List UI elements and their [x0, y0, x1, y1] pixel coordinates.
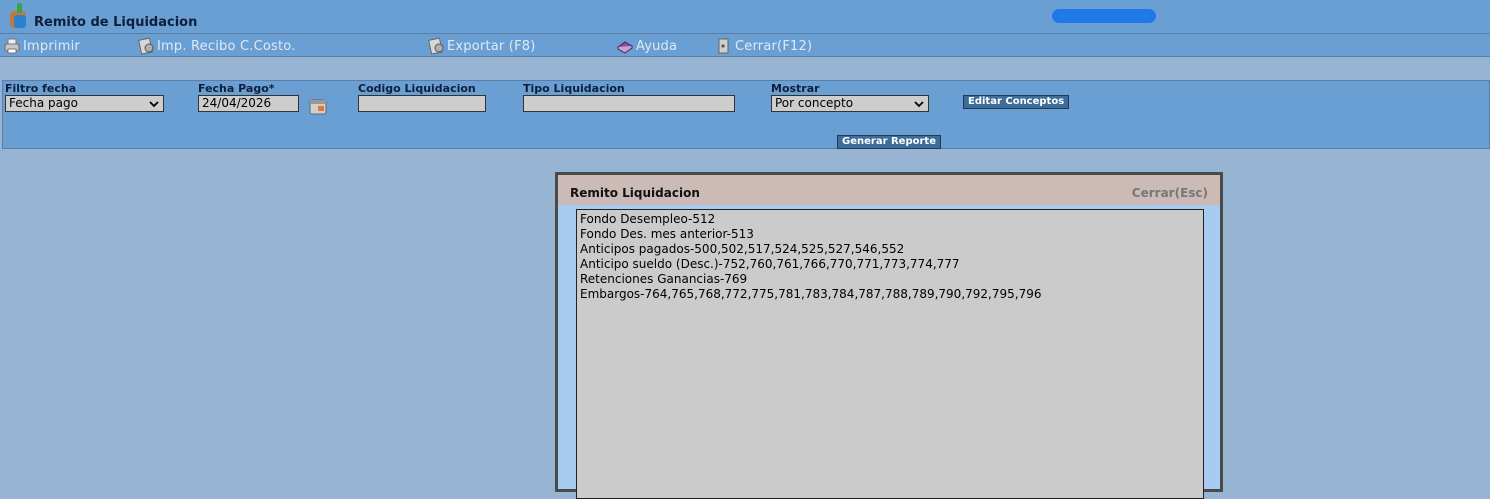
text-line: Fondo Des. mes anterior-513	[580, 227, 754, 241]
show-select-value: Por concepto	[775, 96, 854, 110]
show-select[interactable]: Por concepto	[771, 95, 929, 112]
remito-modal: Remito Liquidacion Cerrar(Esc) Fondo Des…	[555, 172, 1223, 499]
text-line: Fondo Desempleo-512	[580, 212, 716, 226]
chevron-down-icon	[914, 100, 924, 107]
print-button[interactable]: Imprimir	[3, 37, 80, 55]
user-name-redacted	[1052, 9, 1156, 23]
receipt-gear-icon	[138, 37, 154, 55]
print-label: Imprimir	[23, 38, 80, 54]
print-receipt-button[interactable]: Imp. Recibo C.Costo.	[137, 37, 296, 55]
print-receipt-label: Imp. Recibo C.Costo.	[157, 38, 296, 54]
exit-icon	[718, 38, 729, 54]
app-logo-icon	[10, 3, 26, 28]
text-line: Anticipo sueldo (Desc.)-752,760,761,766,…	[580, 257, 960, 271]
payment-date-label: Fecha Pago*	[198, 82, 275, 95]
settlement-type-label: Tipo Liquidacion	[523, 82, 625, 95]
edit-concepts-button[interactable]: Editar Conceptos	[963, 95, 1070, 109]
show-label: Mostrar	[771, 82, 820, 95]
date-filter-label: Filtro fecha	[5, 82, 77, 95]
modal-textarea[interactable]: Fondo Desempleo-512 Fondo Des. mes anter…	[576, 209, 1204, 499]
export-button[interactable]: Exportar (F8)	[427, 37, 536, 55]
payment-date-input[interactable]: 24/04/2026	[198, 95, 299, 112]
chevron-down-icon	[149, 100, 159, 107]
printer-icon	[4, 38, 20, 54]
settlement-code-input[interactable]	[358, 95, 486, 112]
window-title: Remito de Liquidacion	[34, 15, 198, 30]
text-line: Embargos-764,765,768,772,775,781,783,784…	[580, 287, 1042, 301]
help-label: Ayuda	[636, 38, 678, 54]
close-app-button[interactable]: Cerrar(F12)	[715, 37, 812, 55]
settlement-code-label: Codigo Liquidacion	[358, 82, 476, 95]
settlement-type-input[interactable]	[523, 95, 735, 112]
modal-title: Remito Liquidacion	[570, 186, 700, 200]
date-filter-value: Fecha pago	[9, 96, 78, 110]
modal-close-button[interactable]: Cerrar(Esc)	[1132, 186, 1208, 200]
title-bar: Remito de Liquidacion	[0, 0, 1490, 33]
export-icon	[428, 37, 444, 55]
date-filter-select[interactable]: Fecha pago	[5, 95, 164, 112]
modal-header: Remito Liquidacion Cerrar(Esc)	[558, 175, 1220, 205]
export-label: Exportar (F8)	[447, 38, 536, 54]
help-button[interactable]: Ayuda	[616, 37, 677, 55]
generate-report-button[interactable]: Generar Reporte	[837, 135, 941, 149]
close-app-label: Cerrar(F12)	[735, 38, 813, 54]
calendar-icon[interactable]	[308, 96, 330, 116]
filter-panel: Filtro fecha Fecha pago Fecha Pago* 24/0…	[2, 80, 1490, 149]
text-line: Anticipos pagados-500,502,517,524,525,52…	[580, 242, 905, 256]
text-line: Retenciones Ganancias-769	[580, 272, 748, 286]
help-book-icon	[617, 41, 633, 54]
toolbar: Imprimir Imp. Recibo C.Costo. Exportar (…	[0, 33, 1490, 57]
